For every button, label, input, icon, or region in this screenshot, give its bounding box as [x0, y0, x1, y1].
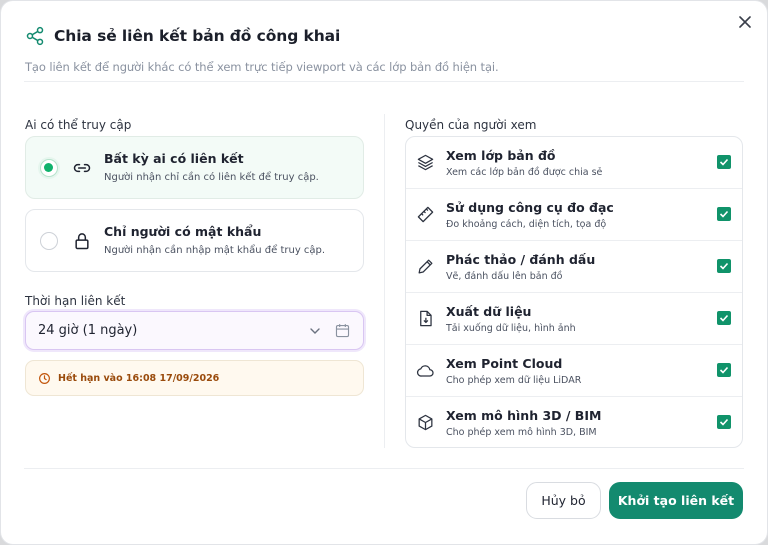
permission-title: Xuất dữ liệu [446, 304, 532, 319]
permission-title: Phác thảo / đánh dấu [446, 252, 596, 267]
permission-row: Xuất dữ liệu Tải xuống dữ liệu, hình ảnh [406, 293, 742, 345]
footer-divider [24, 468, 744, 469]
expiry-text: Hết hạn vào 16:08 17/09/2026 [58, 372, 220, 384]
expiration-value: 24 giờ (1 ngày) [38, 323, 138, 338]
check-icon [719, 418, 729, 426]
access-option-title: Chỉ người có mật khẩu [104, 224, 262, 239]
check-icon [719, 210, 729, 218]
permission-title: Xem Point Cloud [446, 356, 563, 371]
permission-row: Sử dụng công cụ đo đạc Đo khoảng cách, d… [406, 189, 742, 241]
radio-password[interactable] [40, 232, 58, 250]
permission-checkbox[interactable] [717, 311, 731, 325]
permission-checkbox[interactable] [717, 207, 731, 221]
lock-icon [75, 233, 89, 250]
dialog-subtitle: Tạo liên kết để người khác có thể xem tr… [25, 60, 499, 74]
check-icon [719, 158, 729, 166]
permission-desc: Xem các lớp bản đồ được chia sẻ [446, 167, 603, 178]
permissions-list: Xem lớp bản đồ Xem các lớp bản đồ được c… [405, 136, 743, 448]
column-divider [384, 114, 385, 448]
expiration-select[interactable]: 24 giờ (1 ngày) [25, 311, 364, 350]
clock-icon [39, 372, 50, 384]
permission-checkbox[interactable] [717, 155, 731, 169]
permissions-section-label: Quyền của người xem [405, 118, 537, 132]
share-icon [26, 26, 44, 46]
cancel-button[interactable]: Hủy bỏ [526, 482, 601, 519]
permission-row: Xem lớp bản đồ Xem các lớp bản đồ được c… [406, 137, 742, 189]
permission-row: Phác thảo / đánh dấu Vẽ, đánh dấu lên bả… [406, 241, 742, 293]
layers-icon [417, 154, 434, 171]
access-option-desc: Người nhận cần nhập mật khẩu để truy cập… [104, 245, 326, 256]
cloud-icon [416, 365, 434, 377]
permission-checkbox[interactable] [717, 415, 731, 429]
permission-desc: Cho phép xem mô hình 3D, BIM [446, 427, 597, 438]
pencil-icon [418, 259, 433, 274]
permission-row: Xem Point Cloud Cho phép xem dữ liệu LiD… [406, 345, 742, 397]
check-icon [719, 366, 729, 374]
cube-icon [418, 414, 433, 431]
access-option-anyone[interactable]: Bất kỳ ai có liên kết Người nhận chỉ cần… [25, 136, 364, 199]
ruler-icon [417, 206, 434, 223]
permission-desc: Cho phép xem dữ liệu LiDAR [446, 375, 582, 386]
permission-desc: Đo khoảng cách, diện tích, tọa độ [446, 219, 607, 230]
permission-desc: Vẽ, đánh dấu lên bản đồ [446, 271, 563, 282]
permission-title: Xem lớp bản đồ [446, 148, 556, 163]
permission-row: Xem mô hình 3D / BIM Cho phép xem mô hìn… [406, 397, 742, 447]
permission-desc: Tải xuống dữ liệu, hình ảnh [446, 323, 576, 334]
create-link-button[interactable]: Khởi tạo liên kết [609, 482, 743, 519]
access-option-password[interactable]: Chỉ người có mật khẩu Người nhận cần nhậ… [25, 209, 364, 272]
access-option-desc: Người nhận chỉ cần có liên kết để truy c… [104, 172, 319, 183]
check-icon [719, 314, 729, 322]
expiration-label: Thời hạn liên kết [25, 294, 126, 308]
permission-title: Xem mô hình 3D / BIM [446, 408, 602, 423]
radio-anyone[interactable] [40, 159, 58, 177]
link-icon [73, 163, 91, 173]
chevron-down-icon [310, 328, 320, 334]
file-download-icon [420, 310, 432, 327]
permission-checkbox[interactable] [717, 363, 731, 377]
calendar-icon[interactable] [334, 322, 351, 339]
permission-checkbox[interactable] [717, 259, 731, 273]
check-icon [719, 262, 729, 270]
access-section-label: Ai có thể truy cập [25, 118, 132, 132]
permission-title: Sử dụng công cụ đo đạc [446, 200, 614, 215]
access-option-title: Bất kỳ ai có liên kết [104, 151, 244, 166]
header-divider [24, 81, 744, 82]
dialog-title: Chia sẻ liên kết bản đồ công khai [54, 27, 341, 45]
dialog-header: Chia sẻ liên kết bản đồ công khai Tạo li… [25, 26, 743, 74]
expiry-notice: Hết hạn vào 16:08 17/09/2026 [25, 360, 364, 396]
